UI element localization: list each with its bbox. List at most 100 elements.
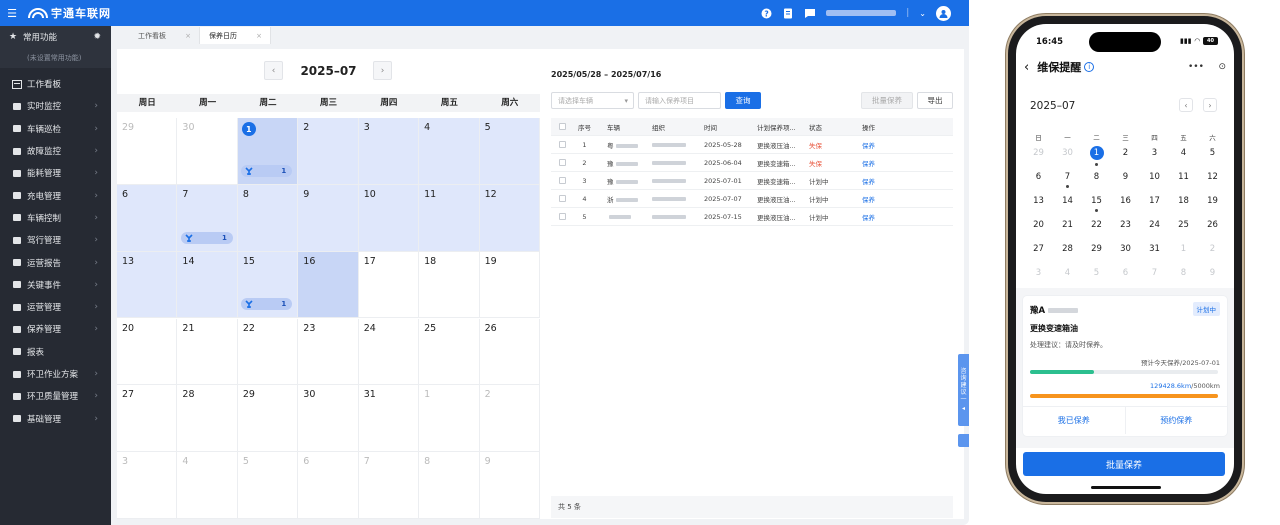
vehicle-select[interactable]: 请选择车辆 ▾ xyxy=(551,92,634,109)
mobile-calendar-day[interactable]: 24 xyxy=(1140,216,1169,240)
calendar-day[interactable]: 6 xyxy=(117,184,178,252)
mobile-calendar-day[interactable]: 15 xyxy=(1082,192,1111,216)
mobile-calendar-day[interactable]: 14 xyxy=(1053,192,1082,216)
calendar-day[interactable]: 2 xyxy=(479,385,540,453)
maintenance-count-badge[interactable]: 1 xyxy=(181,231,233,244)
user-name-redacted[interactable] xyxy=(826,10,897,16)
calendar-day[interactable]: 10 xyxy=(358,184,420,252)
mobile-calendar-day[interactable]: 26 xyxy=(1198,216,1227,240)
sidebar-item[interactable]: 故障监控 › xyxy=(0,140,111,162)
calendar-day[interactable]: 25 xyxy=(419,318,480,386)
select-all-checkbox[interactable] xyxy=(551,123,571,130)
calendar-day[interactable]: 30 xyxy=(177,118,238,185)
mobile-calendar-day[interactable]: 4 xyxy=(1169,144,1198,168)
mobile-calendar-day[interactable]: 13 xyxy=(1024,192,1053,216)
mobile-batch-maintain-button[interactable]: 批量保养 xyxy=(1023,452,1225,476)
side-tool-button[interactable] xyxy=(958,434,969,447)
mobile-calendar-day[interactable]: 30 xyxy=(1111,240,1140,264)
mobile-calendar-day[interactable]: 16 xyxy=(1111,192,1140,216)
export-button[interactable]: 导出 xyxy=(917,92,953,109)
calendar-day[interactable]: 20 xyxy=(117,318,178,386)
calendar-day[interactable]: 6 xyxy=(298,452,359,519)
maintenance-count-badge[interactable]: 1 xyxy=(240,164,293,177)
mobile-calendar-day[interactable]: 1 xyxy=(1169,240,1198,264)
calendar-day[interactable]: 16 xyxy=(298,251,359,319)
mobile-calendar-day[interactable]: 7 xyxy=(1053,168,1082,192)
calendar-day[interactable]: 22 xyxy=(237,318,299,386)
sidebar-item[interactable]: 运营报告 › xyxy=(0,251,111,273)
calendar-day[interactable]: 29 xyxy=(117,118,178,185)
tab-maintenance-calendar[interactable]: 保养日历 × xyxy=(200,27,271,44)
sidebar-item[interactable]: 能耗管理 › xyxy=(0,162,111,184)
row-checkbox[interactable] xyxy=(551,195,571,202)
mobile-calendar-day[interactable]: 9 xyxy=(1111,168,1140,192)
calendar-day[interactable]: 30 xyxy=(298,385,359,453)
row-maintain-link[interactable]: 保养 xyxy=(862,176,902,186)
calendar-day[interactable]: 24 xyxy=(358,318,420,386)
mobile-calendar-day[interactable]: 27 xyxy=(1024,240,1053,264)
sidebar-item[interactable]: 保养管理 › xyxy=(0,318,111,340)
calendar-day[interactable]: 14 xyxy=(177,251,238,319)
close-icon[interactable]: × xyxy=(185,32,191,40)
menu-icon[interactable]: ☰ xyxy=(2,7,22,20)
document-icon[interactable] xyxy=(782,7,794,19)
mobile-calendar-day[interactable]: 8 xyxy=(1082,168,1111,192)
mobile-calendar-day[interactable]: 17 xyxy=(1140,192,1169,216)
tab-dashboard[interactable]: 工作看板 × xyxy=(129,27,200,44)
mobile-calendar-day[interactable]: 6 xyxy=(1024,168,1053,192)
calendar-day[interactable]: 28 xyxy=(177,385,238,453)
mobile-calendar-day[interactable]: 23 xyxy=(1111,216,1140,240)
calendar-day[interactable]: 15 1 xyxy=(237,251,299,319)
close-circle-icon[interactable]: ⊙ xyxy=(1218,62,1226,72)
gear-icon[interactable]: ✹ xyxy=(93,32,101,42)
row-checkbox[interactable] xyxy=(551,213,571,220)
calendar-day[interactable]: 27 xyxy=(117,385,178,453)
sidebar-common-functions[interactable]: ★ 常用功能 ✹ xyxy=(0,26,111,48)
mobile-calendar-day[interactable]: 30 xyxy=(1053,144,1082,168)
calendar-day[interactable]: 7 xyxy=(358,452,420,519)
mobile-calendar-day[interactable]: 21 xyxy=(1053,216,1082,240)
mobile-calendar-day[interactable]: 25 xyxy=(1169,216,1198,240)
info-icon[interactable]: i xyxy=(1084,62,1095,72)
mobile-calendar-day[interactable]: 4 xyxy=(1053,264,1082,288)
chevron-down-icon[interactable]: ⌄ xyxy=(919,9,926,18)
row-maintain-link[interactable]: 保养 xyxy=(862,158,902,168)
back-icon[interactable]: ‹ xyxy=(1024,60,1029,75)
calendar-day[interactable]: 8 xyxy=(419,452,480,519)
mobile-calendar-day[interactable]: 29 xyxy=(1082,240,1111,264)
mobile-next-month-button[interactable]: › xyxy=(1203,98,1217,112)
mobile-calendar-day[interactable]: 7 xyxy=(1140,264,1169,288)
row-checkbox[interactable] xyxy=(551,141,571,148)
mobile-calendar-day[interactable]: 20 xyxy=(1024,216,1053,240)
sidebar-item[interactable]: 驾行管理 › xyxy=(0,229,111,251)
more-icon[interactable]: ••• xyxy=(1188,62,1204,72)
calendar-day[interactable]: 18 xyxy=(419,251,480,319)
mobile-calendar-day[interactable]: 2 xyxy=(1111,144,1140,168)
calendar-day[interactable]: 23 xyxy=(298,318,359,386)
calendar-day[interactable]: 5 xyxy=(479,118,540,185)
mobile-calendar-day[interactable]: 18 xyxy=(1169,192,1198,216)
mobile-calendar-day[interactable]: 6 xyxy=(1111,264,1140,288)
mobile-calendar-day[interactable]: 9 xyxy=(1198,264,1227,288)
calendar-day[interactable]: 3 xyxy=(358,118,420,185)
sidebar-item[interactable]: 实时监控 › xyxy=(0,95,111,117)
next-month-button[interactable]: › xyxy=(373,61,392,80)
calendar-day[interactable]: 12 xyxy=(479,184,540,252)
mobile-calendar-day[interactable]: 19 xyxy=(1198,192,1227,216)
book-maintain-button[interactable]: 预约保养 xyxy=(1126,407,1228,434)
maintenance-count-badge[interactable]: 1 xyxy=(240,298,293,311)
row-checkbox[interactable] xyxy=(551,177,571,184)
sidebar-item[interactable]: 工作看板 xyxy=(0,73,111,95)
calendar-day[interactable]: 2 xyxy=(298,118,359,185)
sidebar-item[interactable]: 车辆控制 › xyxy=(0,207,111,229)
mobile-calendar-day[interactable]: 2 xyxy=(1198,240,1227,264)
calendar-day[interactable]: 21 xyxy=(177,318,238,386)
sidebar-item[interactable]: 环卫作业方案 › xyxy=(0,363,111,385)
sidebar-item[interactable]: 基础管理 › xyxy=(0,407,111,429)
mobile-calendar-day[interactable]: 22 xyxy=(1082,216,1111,240)
row-maintain-link[interactable]: 保养 xyxy=(862,212,902,222)
batch-maintain-button[interactable]: 批量保养 xyxy=(861,92,913,109)
mobile-calendar-day[interactable]: 12 xyxy=(1198,168,1227,192)
row-maintain-link[interactable]: 保养 xyxy=(862,140,902,150)
calendar-day[interactable]: 9 xyxy=(479,452,540,519)
